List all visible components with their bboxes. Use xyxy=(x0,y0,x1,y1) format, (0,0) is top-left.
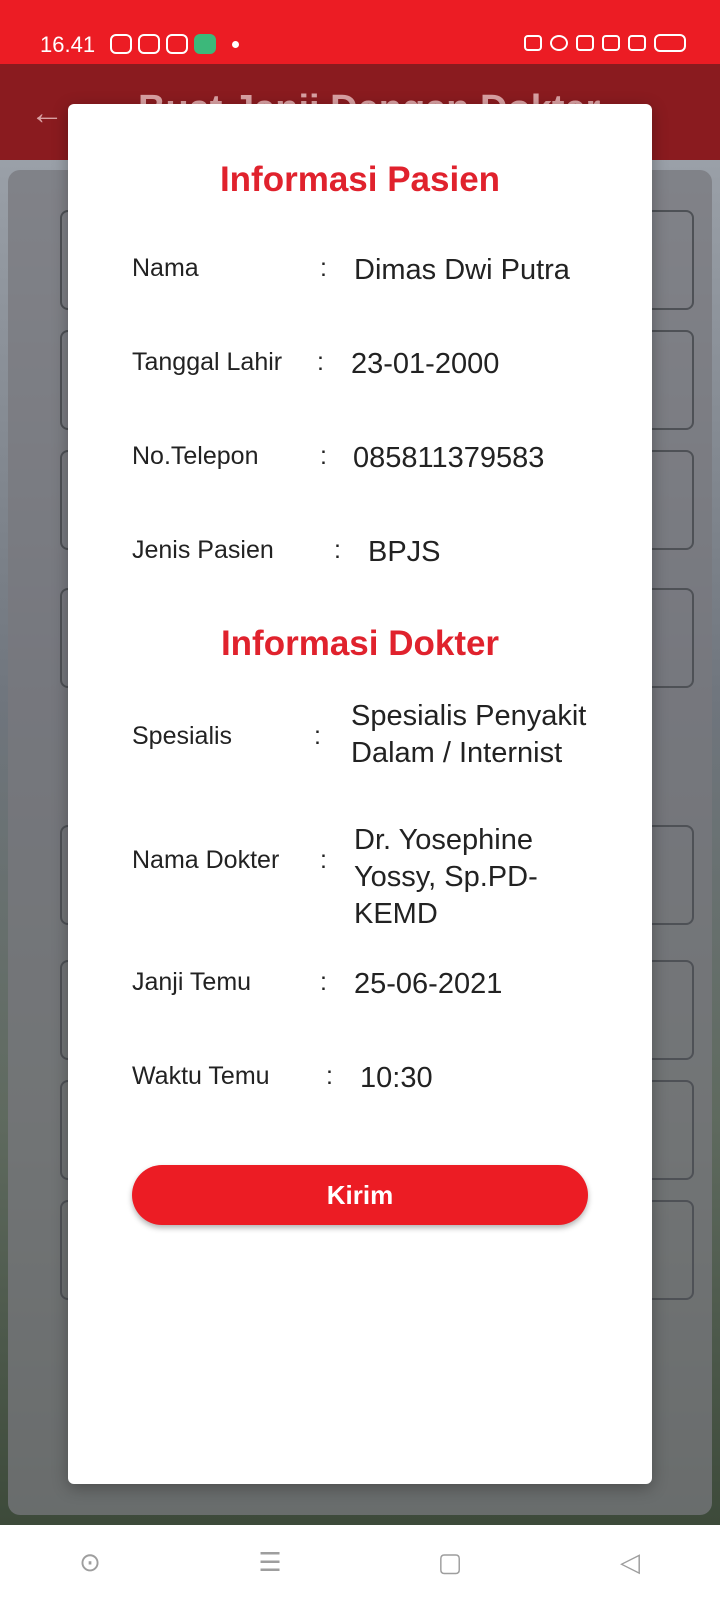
colon: : xyxy=(334,536,341,564)
square-home-icon[interactable]: ▢ xyxy=(430,1547,470,1578)
field-value-doctor-name: Dr. Yosephine Yossy, Sp.PD-KEMD xyxy=(354,824,538,930)
field-label-name: Nama xyxy=(132,254,199,282)
field-label-birthdate: Tanggal Lahir xyxy=(132,348,283,376)
field-label-appointment-time: Waktu Temu xyxy=(132,1062,270,1090)
colon: : xyxy=(314,722,321,750)
field-value-patient-type: BPJS xyxy=(368,536,441,568)
field-label-appointment-date: Janji Temu xyxy=(132,968,252,996)
signal-icon xyxy=(628,35,646,51)
field-label-patient-type: Jenis Pasien xyxy=(132,536,274,564)
field-value-name: Dimas Dwi Putra xyxy=(354,254,570,286)
back-triangle-icon[interactable]: ◁ xyxy=(610,1547,650,1578)
confirmation-dialog: Informasi Pasien Nama : Dimas Dwi Putra … xyxy=(68,104,652,1484)
field-label-phone: No.Telepon xyxy=(132,442,259,470)
menu-icon[interactable]: ☰ xyxy=(250,1547,290,1578)
app-icon xyxy=(194,34,216,54)
arrow-left-icon[interactable]: ← xyxy=(30,94,64,133)
whatsapp-icon xyxy=(110,34,132,54)
colon: : xyxy=(320,254,327,282)
status-time: 16.41 xyxy=(40,32,96,57)
status-bar: 16.41 xyxy=(0,0,720,64)
submit-button[interactable]: Kirim xyxy=(132,1165,588,1225)
patient-section-title: Informasi Pasien xyxy=(219,160,501,199)
alarm-icon xyxy=(550,35,568,51)
youtube-icon xyxy=(166,34,188,54)
volte-icon xyxy=(602,35,620,51)
field-value-birthdate: 23-01-2000 xyxy=(351,348,500,380)
field-value-appointment-date: 25-06-2021 xyxy=(354,968,503,1000)
circle-dot-icon[interactable]: ⊙ xyxy=(70,1547,110,1578)
field-value-appointment-time: 10:30 xyxy=(360,1062,433,1094)
system-icons xyxy=(524,34,686,52)
colon: : xyxy=(320,442,327,470)
field-label-specialist: Spesialis xyxy=(132,722,233,750)
more-notifications-dot-icon xyxy=(232,40,239,48)
doctor-section-title: Informasi Dokter xyxy=(220,624,500,663)
battery-icon xyxy=(654,34,686,52)
app-notification-icon xyxy=(138,34,160,54)
navigation-bar: ⊙ ☰ ▢ ◁ xyxy=(0,1525,720,1600)
colon: : xyxy=(320,968,327,996)
wifi-icon xyxy=(576,35,594,51)
field-label-doctor-name: Nama Dokter xyxy=(132,846,280,874)
field-value-specialist: Spesialis Penyakit Dalam / Internist xyxy=(351,700,587,769)
vibrate-icon xyxy=(524,35,542,51)
colon: : xyxy=(326,1062,333,1090)
colon: : xyxy=(317,348,324,376)
colon: : xyxy=(320,846,327,874)
notification-icons xyxy=(110,34,239,54)
field-value-phone: 085811379583 xyxy=(353,442,545,474)
